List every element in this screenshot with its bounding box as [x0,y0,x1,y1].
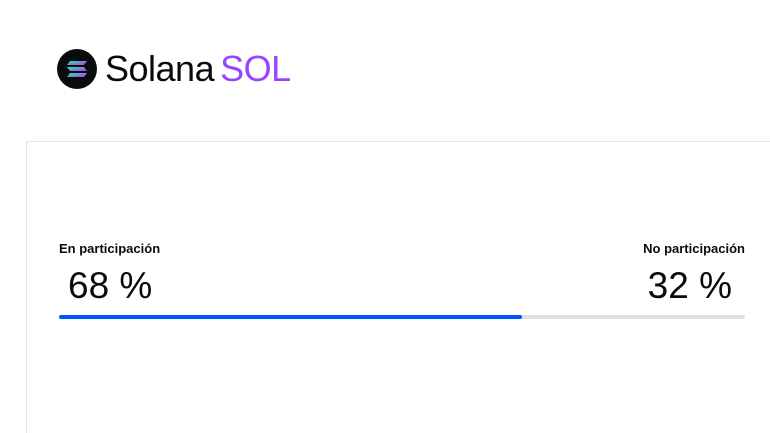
asset-header: Solana SOL [57,48,291,90]
asset-name: Solana [105,48,215,89]
unstaked-label: No participación [643,241,745,256]
staked-label: En participación [59,241,161,256]
asset-symbol: SOL [220,48,291,89]
solana-logo-icon [57,49,97,89]
page: Solana SOL En participación 68 % No part… [0,0,770,433]
staking-progress-fill [59,315,523,319]
staking-progress-bar [59,315,745,319]
staked-value: 68 % [68,265,153,306]
unstaked-value: 32 % [647,265,732,306]
